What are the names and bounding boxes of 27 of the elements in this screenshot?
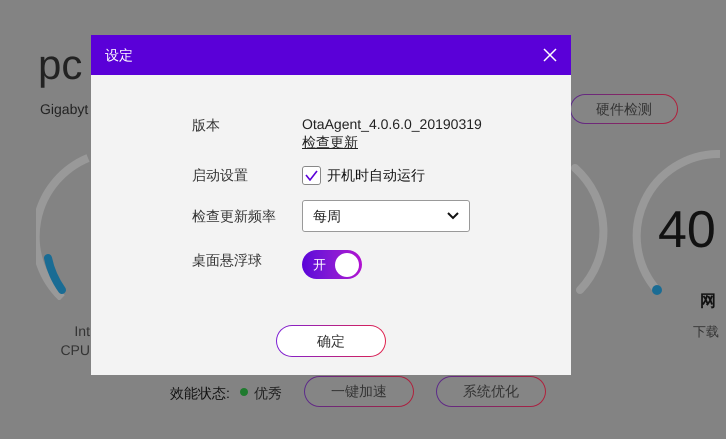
setting-label: 桌面悬浮球: [192, 251, 263, 270]
checkbox[interactable]: [302, 166, 321, 185]
cpu-label: Int: [74, 322, 90, 340]
app-title: pc: [38, 44, 82, 86]
dialog-title: 设定: [105, 46, 133, 64]
chevron-down-icon: [447, 212, 459, 220]
toggle-label: 开: [312, 256, 326, 274]
frequency-dropdown[interactable]: 每周: [302, 200, 470, 232]
ok-button[interactable]: 确定: [276, 325, 386, 357]
cpu-label: CPU: [60, 341, 90, 359]
setting-label: 检查更新频率: [192, 207, 277, 226]
setting-label: 版本: [192, 116, 221, 135]
status-label: 效能状态:: [170, 384, 230, 403]
check-update-link[interactable]: 检查更新: [302, 133, 358, 151]
status-value: 优秀: [254, 384, 282, 403]
toggle-knob: [335, 252, 359, 276]
version-text: OtaAgent_4.0.6.0_20190319: [302, 115, 482, 133]
checkbox-label: 开机时自动运行: [327, 166, 425, 185]
close-icon[interactable]: [543, 48, 557, 62]
toggle-switch[interactable]: 开: [302, 250, 362, 279]
dropdown-value: 每周: [313, 206, 341, 226]
network-speed: 40: [658, 204, 716, 256]
check-icon: [305, 170, 318, 181]
download-label: 下载: [693, 323, 719, 341]
setting-label: 启动设置: [192, 166, 249, 185]
device-name: Gigabyt: [40, 100, 88, 119]
network-title: 网: [700, 292, 716, 312]
